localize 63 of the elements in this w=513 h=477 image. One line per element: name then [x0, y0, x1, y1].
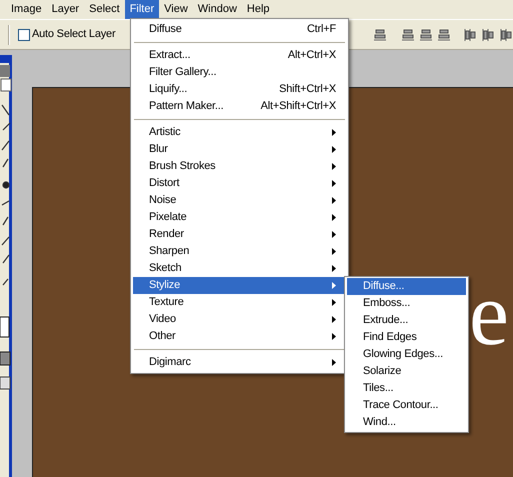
- submenu-arrow-icon: [332, 282, 336, 289]
- menu-item[interactable]: Diffuse Ctrl+F: [133, 21, 346, 38]
- menu-item[interactable]: Texture: [133, 294, 346, 311]
- align-icon[interactable]: [401, 28, 415, 42]
- menu-item[interactable]: Solarize: [347, 363, 466, 380]
- menu-item[interactable]: Wind...: [347, 414, 466, 431]
- submenu-arrow-icon: [332, 180, 336, 187]
- menu-item[interactable]: Distort: [133, 175, 346, 192]
- menu-item[interactable]: Extract... Alt+Ctrl+X: [133, 47, 346, 64]
- submenu-arrow-icon: [332, 265, 336, 272]
- align-icon[interactable]: [373, 28, 387, 42]
- checkbox-label: Auto Select Layer: [32, 27, 116, 42]
- submenu-arrow-icon: [332, 333, 336, 340]
- menu-item[interactable]: View: [159, 0, 193, 19]
- submenu-arrow-icon: [332, 146, 336, 153]
- menu-item[interactable]: Liquify... Shift+Ctrl+X: [133, 81, 346, 98]
- menu-item[interactable]: Extrude...: [347, 312, 466, 329]
- shortcut-text: Shift+Ctrl+X: [278, 82, 336, 97]
- menu-item[interactable]: Stylize: [133, 277, 346, 294]
- submenu-arrow-icon: [332, 316, 336, 323]
- menu-item[interactable]: Window: [192, 0, 242, 19]
- menu-item[interactable]: Image: [6, 0, 47, 19]
- distribute-icon[interactable]: [481, 28, 495, 42]
- submenu-arrow-icon: [332, 359, 336, 366]
- menu-item[interactable]: Sharpen: [133, 243, 346, 260]
- submenu-arrow-icon: [332, 163, 336, 170]
- menu-item[interactable]: Artistic: [133, 124, 346, 141]
- menu-item[interactable]: Render: [133, 226, 346, 243]
- menu-item[interactable]: Noise: [133, 192, 346, 209]
- menu-item[interactable]: Trace Contour...: [347, 397, 466, 414]
- distribute-icon[interactable]: [463, 28, 477, 42]
- menu-item[interactable]: Pixelate: [133, 209, 346, 226]
- checkbox[interactable]: [18, 28, 30, 40]
- distribute-icon[interactable]: [499, 28, 513, 42]
- menu-item[interactable]: Help: [242, 0, 275, 19]
- menu-item[interactable]: Video: [133, 311, 346, 328]
- menu-item[interactable]: Blur: [133, 141, 346, 158]
- align-icon[interactable]: [419, 28, 433, 42]
- submenu-arrow-icon: [332, 248, 336, 255]
- menu-item[interactable]: Layer: [46, 0, 84, 19]
- shortcut-text: Alt+Shift+Ctrl+X: [260, 99, 336, 114]
- menu-item[interactable]: Filter Gallery...: [133, 64, 346, 81]
- menu-item[interactable]: Find Edges: [347, 329, 466, 346]
- menu-item[interactable]: Digimarc: [133, 354, 346, 371]
- menu-item[interactable]: Sketch: [133, 260, 346, 277]
- submenu-arrow-icon: [332, 129, 336, 136]
- menu-item[interactable]: Emboss...: [347, 295, 466, 312]
- canvas-text: e: [469, 270, 509, 360]
- submenu-arrow-icon: [332, 231, 336, 238]
- menu-item[interactable]: Select: [84, 0, 125, 19]
- submenu-arrow-icon: [332, 299, 336, 306]
- shortcut-text: Alt+Ctrl+X: [286, 48, 336, 63]
- menu-item[interactable]: Tiles...: [347, 380, 466, 397]
- shortcut-text: Ctrl+F: [306, 22, 336, 37]
- menu-item[interactable]: Pattern Maker... Alt+Shift+Ctrl+X: [133, 98, 346, 115]
- menu-item[interactable]: Glowing Edges...: [347, 346, 466, 363]
- submenu-arrow-icon: [332, 214, 336, 221]
- align-icon[interactable]: [437, 28, 451, 42]
- menu-item[interactable]: Filter: [124, 0, 160, 19]
- menu-item[interactable]: Brush Strokes: [133, 158, 346, 175]
- submenu-arrow-icon: [332, 197, 336, 204]
- menu-item[interactable]: Other: [133, 328, 346, 345]
- menu-item[interactable]: Diffuse...: [347, 278, 466, 295]
